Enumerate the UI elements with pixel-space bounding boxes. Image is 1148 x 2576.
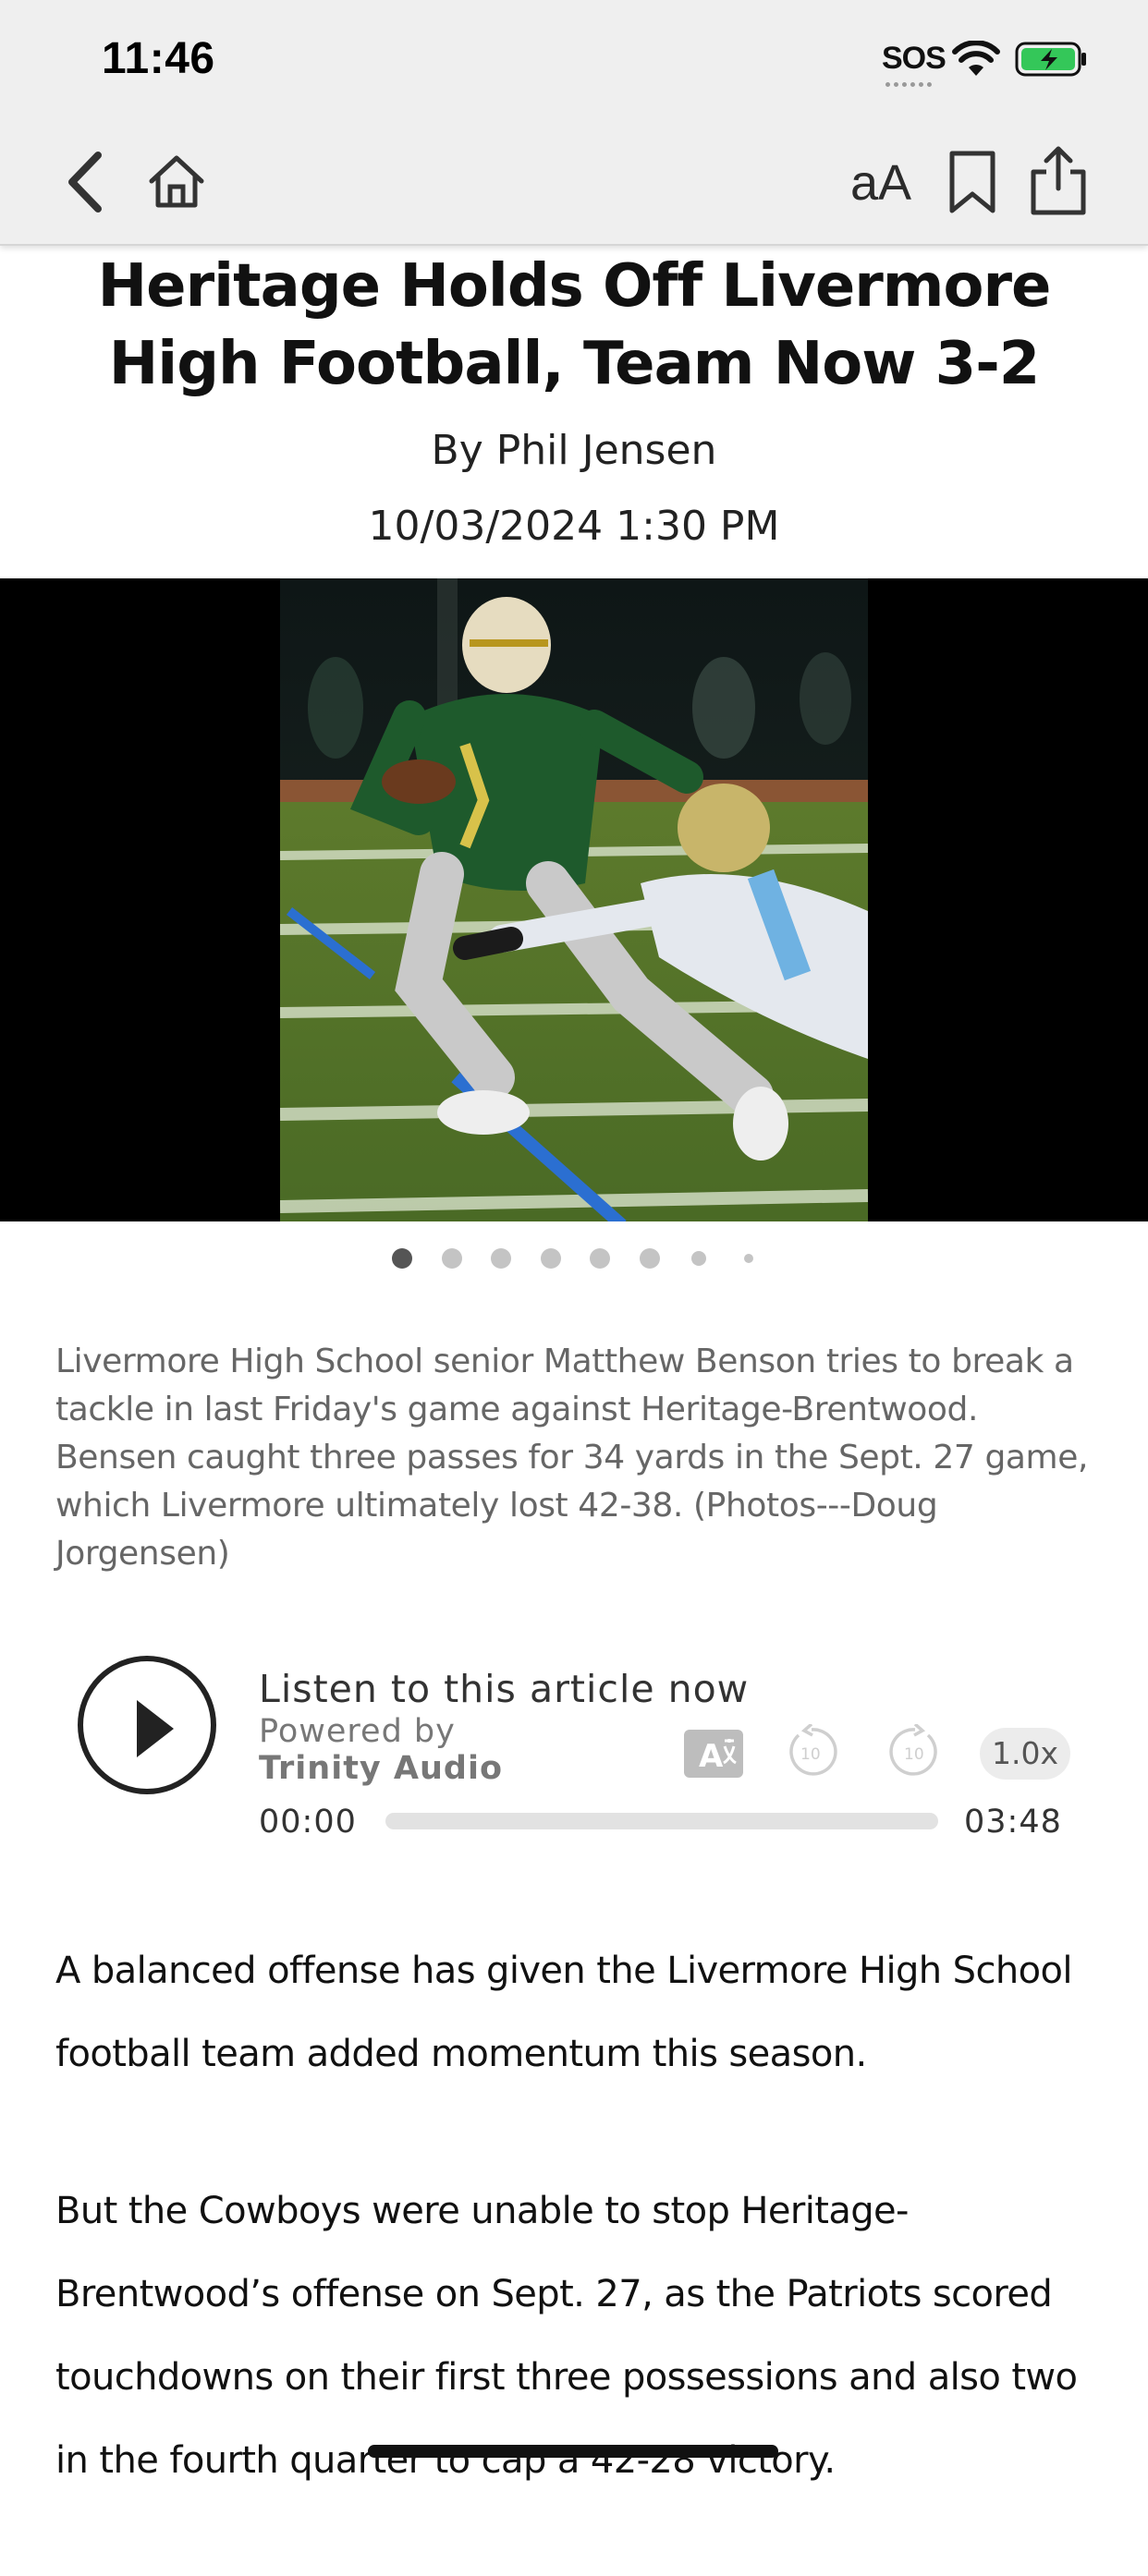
status-sos: SOS: [882, 41, 946, 76]
playback-speed-button[interactable]: 1.0x: [980, 1728, 1070, 1780]
wifi-icon: [952, 41, 1000, 76]
carousel-dot[interactable]: [491, 1248, 511, 1269]
audio-progress-bar[interactable]: [385, 1813, 938, 1829]
article-photo[interactable]: [280, 578, 868, 1221]
back-chevron-icon[interactable]: [63, 150, 109, 214]
photo-caption: Livermore High School senior Matthew Ben…: [55, 1343, 1089, 1573]
article-date: 10/03/2024 1:30 PM: [368, 503, 780, 550]
audio-brand: Trinity Audio: [259, 1750, 504, 1787]
rewind-10-icon[interactable]: 10: [784, 1724, 839, 1780]
article-title: Heritage Holds Off Livermore High Footba…: [97, 252, 1052, 398]
forward-10-icon[interactable]: 10: [887, 1724, 943, 1780]
audio-current-time: 00:00: [259, 1804, 357, 1841]
carousel-dot[interactable]: [540, 1248, 561, 1269]
home-icon[interactable]: [146, 153, 207, 209]
translate-label: A: [699, 1738, 724, 1775]
carousel-dot-active[interactable]: [392, 1248, 412, 1269]
article-body: A balanced offense has given the Livermo…: [55, 1929, 1109, 2576]
carousel-dot[interactable]: [441, 1248, 462, 1269]
translate-icon[interactable]: A: [682, 1728, 745, 1780]
sos-signal-indicator: [885, 78, 932, 87]
carousel-dot[interactable]: [639, 1248, 660, 1269]
play-icon: [137, 1700, 174, 1757]
article-byline: By Phil Jensen: [431, 427, 717, 474]
article-paragraph: A balanced offense has given the Livermo…: [55, 1950, 1072, 2075]
photo-carousel[interactable]: [0, 578, 1148, 1221]
home-indicator[interactable]: [368, 2445, 778, 2458]
carousel-dot[interactable]: [590, 1248, 610, 1269]
audio-player: Listen to this article now Powered by Tr…: [55, 1645, 1093, 1866]
audio-total-time: 03:48: [964, 1804, 1062, 1841]
status-time: 11:46: [102, 34, 215, 83]
carousel-dot[interactable]: [691, 1251, 706, 1266]
play-button[interactable]: [78, 1656, 216, 1794]
font-size-button[interactable]: aA: [850, 155, 911, 211]
battery-charging-icon: [1015, 42, 1086, 77]
carousel-dots[interactable]: [0, 1245, 1148, 1271]
rewind-label: 10: [800, 1745, 821, 1764]
forward-label: 10: [904, 1745, 924, 1764]
bookmark-icon[interactable]: [946, 150, 998, 214]
audio-title: Listen to this article now: [259, 1667, 750, 1711]
share-icon[interactable]: [1028, 146, 1089, 216]
top-bar: 11:46 SOS aA: [0, 0, 1148, 246]
carousel-dot[interactable]: [743, 1254, 753, 1263]
audio-powered-by: Powered by: [259, 1713, 456, 1750]
